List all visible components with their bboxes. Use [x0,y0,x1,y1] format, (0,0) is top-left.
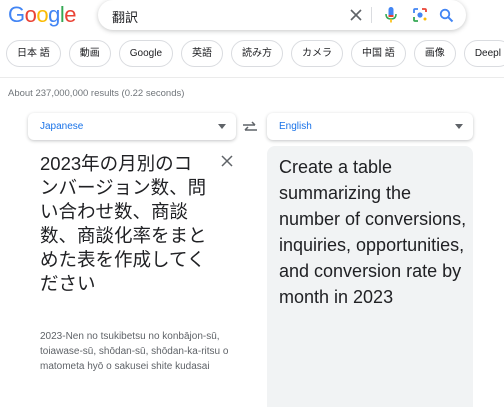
target-language-label: English [279,121,312,132]
target-text-panel: Create a table summarizing the number of… [267,146,473,407]
filter-chip[interactable]: 中国 語 [351,40,406,67]
search-divider [371,7,372,23]
filter-chip[interactable]: 画像 [413,40,456,67]
source-language-label: Japanese [40,121,84,132]
microphone-icon[interactable] [381,5,401,25]
search-box[interactable]: 翻訳 [98,0,466,30]
filter-chip[interactable]: 日本 語 [6,40,61,67]
filter-chip[interactable]: Deepl [463,40,504,67]
lens-icon[interactable] [410,5,430,25]
filter-chip[interactable]: 読み方 [231,40,284,67]
search-input[interactable]: 翻訳 [112,7,138,26]
search-icon[interactable] [436,5,456,25]
chevron-down-icon [218,124,226,129]
swap-languages-icon[interactable] [240,117,260,137]
logo-letter: o [36,2,49,27]
logo-letter: e [64,2,77,27]
source-language-select[interactable]: Japanese [28,113,236,140]
google-logo[interactable]: Google [8,2,77,28]
logo-letter: o [24,2,37,27]
clear-icon[interactable] [346,5,366,25]
translated-text: Create a table summarizing the number of… [279,157,467,307]
result-stats: About 237,000,000 results (0.22 seconds) [8,88,185,99]
logo-letter: g [48,2,60,27]
divider [0,77,504,78]
target-language-select[interactable]: English [267,113,473,140]
filter-chip[interactable]: 英語 [181,40,224,67]
filter-chip[interactable]: Google [118,40,174,67]
source-text-panel[interactable]: 2023年の月別のコンバージョン数、問い合わせ数、商談数、商談化率をまとめた表を… [28,146,260,407]
logo-letter: G [8,2,25,27]
search-filter-chips: 日本 語動画 Google 英語 読み方 カメラ 中国 語画像 Deepl [6,40,504,67]
filter-chip[interactable]: カメラ [291,40,344,67]
source-text-input[interactable]: 2023年の月別のコンバージョン数、問い合わせ数、商談数、商談化率をまとめた表を… [40,152,210,296]
filter-chip[interactable]: 動画 [68,40,111,67]
chevron-down-icon [455,124,463,129]
romanization-text: 2023-Nen no tsukibetsu no konbājon-sū, t… [40,331,229,372]
clear-source-icon[interactable] [220,154,238,172]
